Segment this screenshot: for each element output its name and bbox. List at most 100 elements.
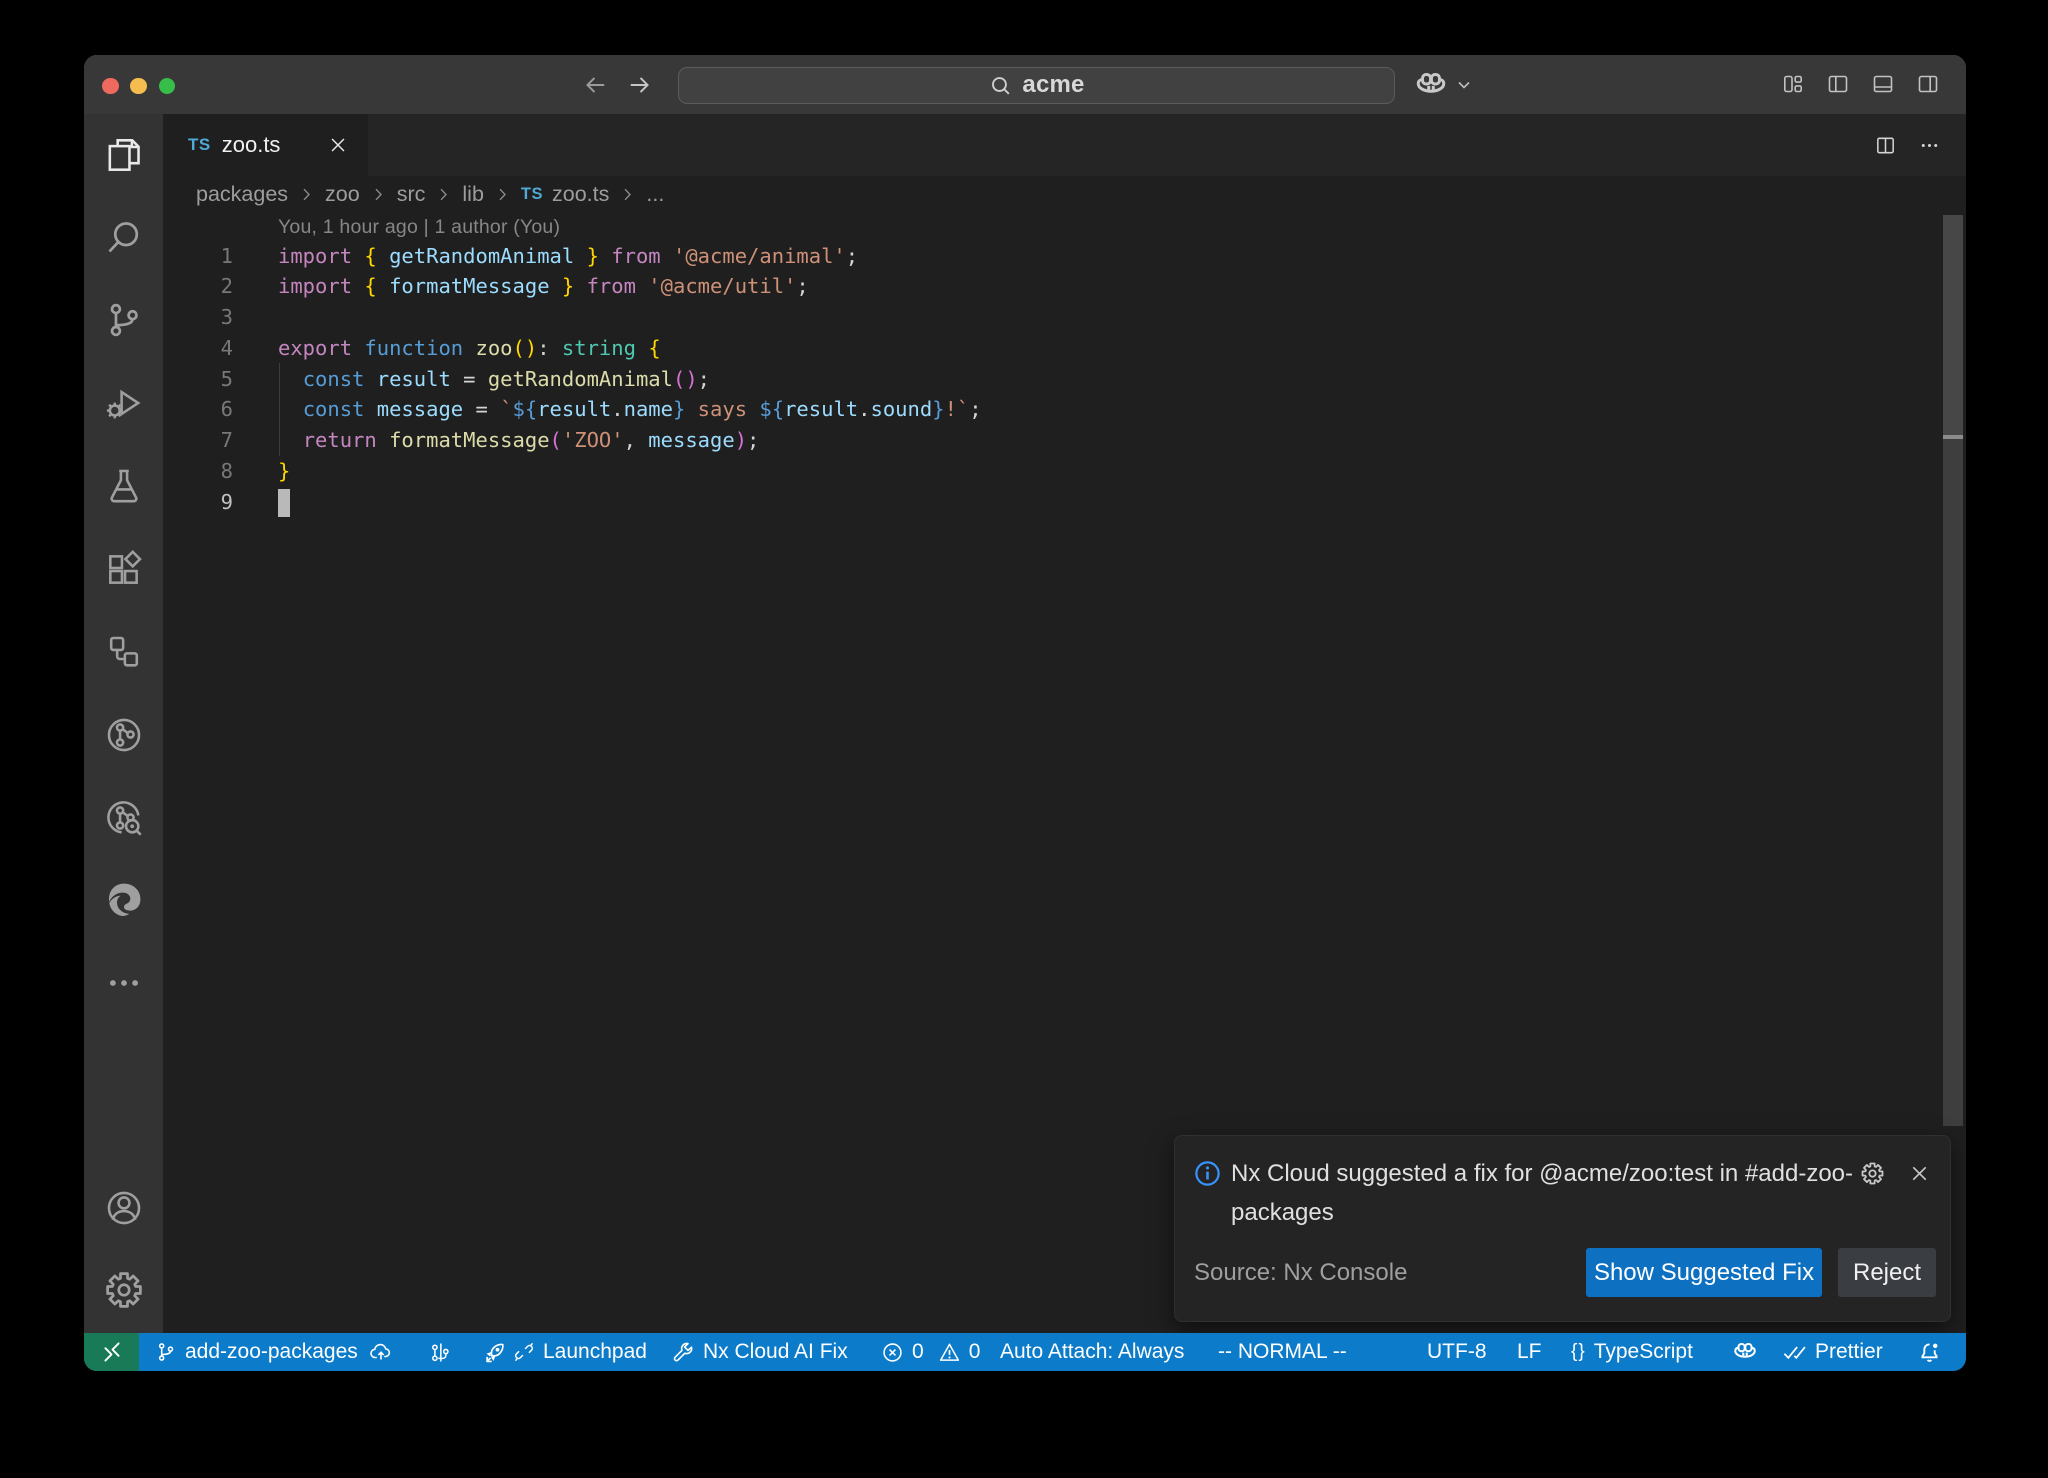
close-tab-icon[interactable] bbox=[327, 134, 349, 156]
code-token: { bbox=[364, 244, 376, 268]
code-token bbox=[574, 274, 586, 298]
double-check-icon bbox=[1782, 1340, 1807, 1365]
eol-status[interactable]: LF bbox=[1517, 1333, 1542, 1371]
reject-button[interactable]: Reject bbox=[1838, 1248, 1936, 1297]
wrench-icon bbox=[671, 1340, 695, 1364]
plug-icon bbox=[513, 1341, 535, 1363]
gitlens-inspect-icon[interactable] bbox=[103, 798, 144, 839]
code-token: ${ bbox=[513, 397, 538, 421]
code-token bbox=[574, 244, 586, 268]
code-token: result bbox=[377, 367, 451, 391]
bell-dot-icon bbox=[1917, 1340, 1942, 1365]
code-line: 3 bbox=[163, 302, 1966, 333]
code-token: formatMessage bbox=[389, 274, 549, 298]
customize-layout-icon[interactable] bbox=[1781, 72, 1805, 96]
close-window-button[interactable] bbox=[102, 78, 119, 95]
git-branch-status[interactable]: add-zoo-packages bbox=[155, 1333, 393, 1371]
code-token: ( bbox=[550, 428, 562, 452]
explorer-icon[interactable] bbox=[103, 135, 144, 176]
gitlens-icon[interactable] bbox=[103, 715, 144, 756]
zoom-window-button[interactable] bbox=[159, 78, 176, 95]
edge-tools-icon[interactable] bbox=[103, 880, 144, 921]
minimize-window-button[interactable] bbox=[130, 78, 147, 95]
screen: { "colors": { "status_bar": "#0b7bca", "… bbox=[0, 0, 2048, 1478]
vim-mode-status[interactable]: -- NORMAL -- bbox=[1218, 1333, 1347, 1371]
more-views-icon[interactable] bbox=[103, 963, 144, 1004]
breadcrumb-item[interactable]: zoo bbox=[325, 182, 360, 207]
copilot-status-icon bbox=[1732, 1339, 1758, 1365]
auto-attach-status[interactable]: Auto Attach: Always bbox=[1000, 1333, 1184, 1371]
breadcrumb-item[interactable]: zoo.ts bbox=[552, 182, 609, 207]
line-number: 7 bbox=[163, 425, 233, 456]
copilot-menu[interactable] bbox=[1414, 68, 1474, 102]
source-control-icon[interactable] bbox=[103, 300, 144, 341]
code-token: result bbox=[537, 397, 611, 421]
code-token: function bbox=[364, 336, 463, 360]
vscode-window: acme bbox=[84, 55, 1966, 1371]
copilot-status[interactable] bbox=[1732, 1333, 1758, 1371]
navigate-forward-icon[interactable] bbox=[627, 72, 653, 98]
search-view-icon[interactable] bbox=[103, 218, 144, 259]
code-token bbox=[550, 274, 562, 298]
breadcrumb: packageszoosrclibTSzoo.ts... bbox=[163, 176, 1966, 213]
git-branch-icon bbox=[155, 1341, 177, 1363]
launchpad-status[interactable]: Launchpad bbox=[482, 1333, 647, 1371]
code-line: 1import { getRandomAnimal } from '@acme/… bbox=[163, 241, 1966, 272]
command-center-text: acme bbox=[1022, 71, 1084, 99]
breadcrumb-item[interactable]: packages bbox=[196, 182, 288, 207]
activity-bar bbox=[84, 114, 163, 1333]
breadcrumb-item[interactable]: lib bbox=[462, 182, 484, 207]
code-token: '@acme/animal' bbox=[673, 244, 846, 268]
code-token: } bbox=[278, 459, 290, 483]
breadcrumb-item[interactable]: src bbox=[397, 182, 426, 207]
commit-graph-status[interactable] bbox=[428, 1333, 451, 1371]
code-line: 5 const result = getRandomAnimal(); bbox=[163, 364, 1966, 395]
settings-gear-icon[interactable] bbox=[103, 1270, 144, 1311]
encoding-status[interactable]: UTF-8 bbox=[1427, 1333, 1487, 1371]
layout-controls bbox=[1781, 72, 1940, 96]
code-token: ) bbox=[735, 428, 747, 452]
status-bar: add-zoo-packages bbox=[84, 1333, 1966, 1371]
problems-status[interactable]: 0 0 bbox=[881, 1333, 980, 1371]
more-actions-icon[interactable] bbox=[1918, 134, 1941, 157]
code-text: import { getRandomAnimal } from '@acme/a… bbox=[278, 241, 858, 272]
testing-icon[interactable] bbox=[103, 466, 144, 507]
breadcrumb-item[interactable]: ... bbox=[646, 182, 664, 207]
toggle-panel-icon[interactable] bbox=[1871, 72, 1895, 96]
chevron-down-icon bbox=[1454, 75, 1474, 95]
code-token: ; bbox=[796, 274, 808, 298]
prettier-status[interactable]: Prettier bbox=[1782, 1333, 1883, 1371]
accounts-icon[interactable] bbox=[103, 1188, 144, 1229]
notifications-status[interactable] bbox=[1917, 1333, 1942, 1371]
toggle-secondary-sidebar-icon[interactable] bbox=[1916, 72, 1940, 96]
editor-scrollbar-thumb[interactable] bbox=[1943, 215, 1963, 435]
auto-attach-label: Auto Attach: Always bbox=[1000, 1340, 1184, 1364]
scrollbar-cursor-marker bbox=[1943, 435, 1963, 439]
code-token: = bbox=[476, 397, 488, 421]
code-token: () bbox=[673, 367, 698, 391]
navigate-back-icon[interactable] bbox=[582, 72, 608, 98]
code-token: } bbox=[932, 397, 944, 421]
code-area: 1import { getRandomAnimal } from '@acme/… bbox=[163, 241, 1966, 518]
notification-close-icon[interactable] bbox=[1908, 1162, 1931, 1185]
nx-cloud-fix-status[interactable]: Nx Cloud AI Fix bbox=[671, 1333, 848, 1371]
command-center-search[interactable]: acme bbox=[678, 67, 1395, 104]
notification-toast: Nx Cloud suggested a fix for @acme/zoo:t… bbox=[1174, 1135, 1951, 1322]
toggle-primary-sidebar-icon[interactable] bbox=[1826, 72, 1850, 96]
code-line: 6 const message = `${result.name} says $… bbox=[163, 394, 1966, 425]
nx-console-icon[interactable] bbox=[103, 632, 144, 673]
line-number: 3 bbox=[163, 302, 233, 333]
tab-zoo-ts[interactable]: TS zoo.ts bbox=[163, 114, 368, 176]
code-text: } bbox=[278, 456, 290, 487]
code-token bbox=[488, 397, 500, 421]
notification-settings-icon[interactable] bbox=[1860, 1161, 1885, 1186]
remote-indicator[interactable] bbox=[84, 1333, 139, 1371]
show-suggested-fix-button[interactable]: Show Suggested Fix bbox=[1586, 1248, 1822, 1297]
split-editor-icon[interactable] bbox=[1874, 134, 1897, 157]
code-token: { bbox=[648, 336, 660, 360]
editor-actions bbox=[1874, 114, 1966, 176]
run-and-debug-icon[interactable] bbox=[103, 383, 144, 424]
extensions-icon[interactable] bbox=[103, 549, 144, 590]
language-status[interactable]: {} TypeScript bbox=[1571, 1333, 1693, 1371]
code-token bbox=[476, 367, 488, 391]
